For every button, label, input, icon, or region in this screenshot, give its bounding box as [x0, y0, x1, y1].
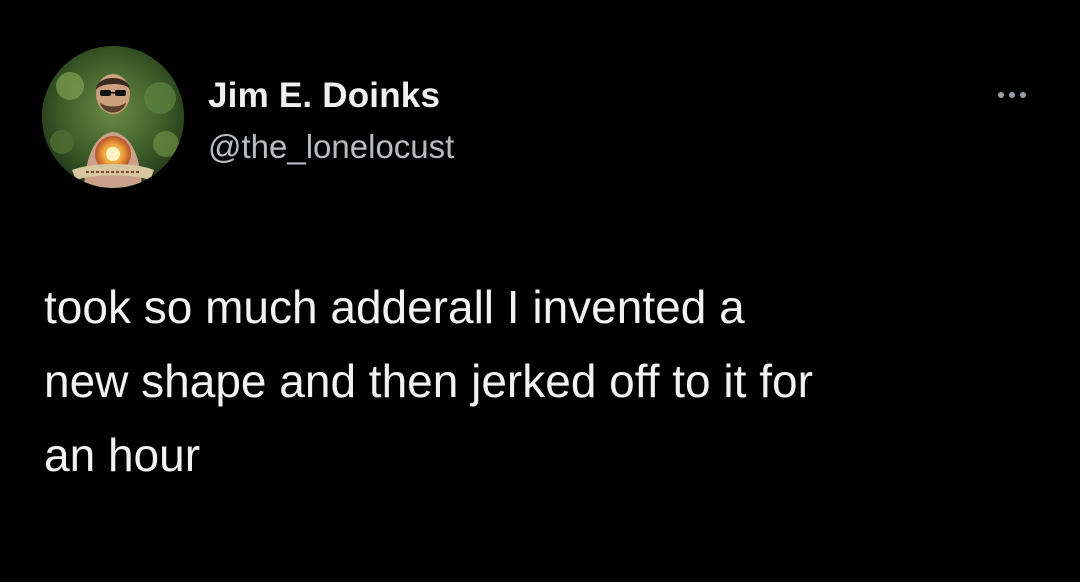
author-display-name[interactable]: Jim E. Doinks: [208, 76, 440, 116]
tweet-text-line: an hour: [44, 429, 201, 481]
more-options-icon: [1020, 92, 1026, 98]
tweet-text-line: new shape and then jerked off to it for: [44, 355, 813, 407]
more-options-icon: [998, 92, 1004, 98]
more-options-icon: [1009, 92, 1015, 98]
tweet-text-line: took so much adderall I invented a: [44, 281, 745, 333]
author-avatar[interactable]: [42, 46, 184, 188]
more-options-button[interactable]: [984, 80, 1040, 110]
avatar-photo-icon: [42, 46, 184, 188]
author-handle[interactable]: @the_lonelocust: [208, 128, 454, 166]
tweet-body: took so much adderall I invented a new s…: [44, 270, 1044, 492]
tweet-card: Jim E. Doinks @the_lonelocust took so mu…: [0, 0, 1080, 582]
